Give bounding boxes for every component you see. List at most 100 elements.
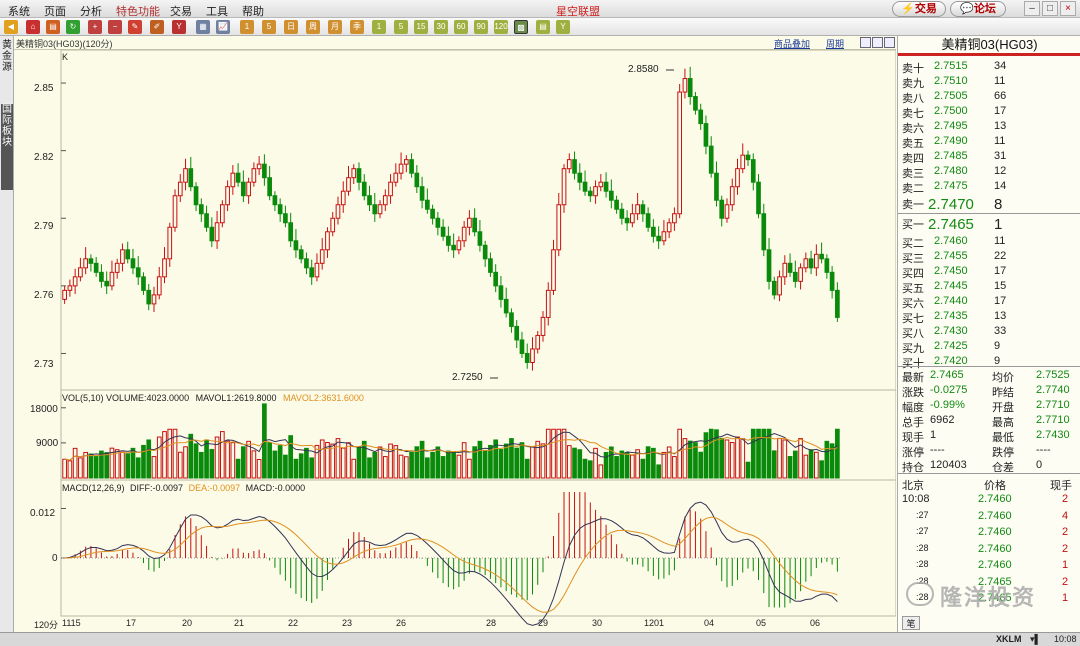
candlestick-chart[interactable] (14, 36, 896, 632)
period-14-icon[interactable]: ▤ (536, 20, 550, 34)
back-icon[interactable]: ◀ (4, 20, 18, 34)
volume-bar (456, 454, 462, 479)
volume-bar (335, 438, 341, 479)
candle-body (530, 348, 535, 363)
period-9-icon[interactable]: 15 (414, 20, 428, 34)
period-6-icon[interactable]: 季 (350, 20, 364, 34)
watermark: 隆洋投资 (906, 580, 1036, 612)
pen-icon[interactable]: ✎ (128, 20, 142, 34)
volume-bar (835, 428, 840, 479)
zoom-in-icon[interactable]: + (88, 20, 102, 34)
period-3-icon[interactable]: 日 (284, 20, 298, 34)
tab-trades[interactable]: 笔 (902, 616, 920, 630)
stat-row: 持仓 120403 仓差 0 (898, 459, 1080, 474)
period-1-icon[interactable]: 1 (240, 20, 254, 34)
stat-value: 6962 (930, 414, 955, 426)
zoom-out-icon[interactable]: − (108, 20, 122, 34)
period-11-icon[interactable]: 60 (454, 20, 468, 34)
period-2-icon[interactable]: 5 (262, 20, 276, 34)
chart-panel: 美精铜03(HG03)(120分) 商品叠加 周期 K 2.85 2.82 2.… (14, 36, 896, 632)
menu-analysis[interactable]: 分析 (80, 3, 102, 19)
volume-bar (409, 451, 414, 479)
x-tick: 29 (538, 618, 549, 628)
menu-system[interactable]: 系统 (8, 3, 30, 19)
menu-page[interactable]: 页面 (44, 3, 66, 19)
minimize-icon[interactable]: – (1024, 1, 1040, 16)
period-5-icon[interactable]: 月 (328, 20, 342, 34)
volume-bar (556, 428, 562, 479)
candle-body (330, 217, 336, 233)
stat-row: 现手 1 最低 2.7430 (898, 429, 1080, 444)
cup-icon[interactable]: Y (172, 20, 186, 34)
quote-icon[interactable]: ▤ (46, 20, 60, 34)
candle-body (798, 267, 803, 282)
candle-body (519, 339, 525, 354)
volume-bar (819, 460, 824, 479)
sell-volume: 14 (994, 180, 1007, 192)
candle-body (503, 298, 509, 314)
candle-body (819, 253, 824, 260)
buy-volume: 13 (994, 310, 1007, 322)
volume-bar (446, 450, 451, 479)
candle-body (482, 244, 488, 260)
period-13-icon[interactable]: 120 (494, 20, 508, 34)
refresh-icon[interactable]: ↻ (66, 20, 80, 34)
buy-label: 买五 (902, 283, 924, 295)
period-15-icon[interactable]: Y (556, 20, 570, 34)
stat-label: 均价 (992, 372, 1014, 384)
candle-body (714, 172, 719, 201)
tab-international[interactable]: 国际板块 (1, 104, 13, 190)
candle-body (351, 168, 357, 179)
trade-button[interactable]: ⚡交易 (892, 1, 946, 17)
grid-icon[interactable]: ▦ (196, 20, 210, 34)
candle-body (551, 249, 556, 291)
candle-body (808, 258, 814, 269)
candle-body (435, 217, 441, 228)
sell-price: 2.7490 (934, 135, 968, 147)
volume-bar (498, 449, 504, 479)
candle-body (509, 312, 514, 327)
volume-bar (467, 458, 472, 479)
candle-body (114, 262, 120, 273)
candle-body (682, 78, 688, 93)
tick-volume: 2 (1062, 575, 1069, 588)
stat-row: 总手 6962 最高 2.7710 (898, 414, 1080, 429)
maximize-icon[interactable]: □ (1042, 1, 1058, 16)
period-4-icon[interactable]: 周 (306, 20, 320, 34)
menu-trade[interactable]: 交易 (170, 3, 192, 19)
volume-bar (120, 451, 125, 479)
signal-icon: ▾▌ (1030, 634, 1041, 644)
menu-features[interactable]: 特色功能 (116, 3, 160, 19)
candle-body (388, 181, 393, 197)
period-10-icon[interactable]: 30 (434, 20, 448, 34)
home-icon[interactable]: ⌂ (26, 20, 40, 34)
period-7-icon[interactable]: 1 (372, 20, 386, 34)
menu-tools[interactable]: 工具 (206, 3, 228, 19)
period-8-icon[interactable]: 5 (394, 20, 408, 34)
candle-body (719, 199, 725, 219)
x-tick: 17 (126, 618, 137, 628)
volume-bar (482, 450, 488, 479)
candle-body (514, 325, 520, 341)
draw-icon[interactable]: ✐ (150, 20, 164, 34)
candle-body (304, 258, 309, 269)
period-12-icon[interactable]: 90 (474, 20, 488, 34)
volume-bar (62, 458, 67, 479)
buy-price: 2.7445 (934, 280, 968, 292)
candle-body (256, 163, 262, 170)
candle-body (409, 159, 414, 174)
period-active-icon[interactable]: ▩ (514, 20, 528, 34)
close-icon[interactable]: × (1060, 1, 1076, 16)
sell-label: 卖五 (902, 138, 924, 150)
toolbar: ◀ ⌂ ▤ ↻ + − ✎ ✐ Y ▦ 📈 1 5 日 周 月 季 1 5 15… (0, 18, 1080, 36)
candle-body (446, 235, 451, 246)
forum-button[interactable]: 💬论坛 (950, 1, 1006, 17)
tab-gold-source[interactable]: 黄金源 (1, 40, 13, 100)
volume-bar (750, 428, 756, 479)
candle-body (677, 91, 683, 215)
menu-help[interactable]: 帮助 (242, 3, 264, 19)
candle-body (146, 289, 152, 305)
chart-icon[interactable]: 📈 (216, 20, 230, 34)
tick-time: :27 (916, 526, 929, 536)
buy-price: 2.7430 (934, 325, 968, 337)
